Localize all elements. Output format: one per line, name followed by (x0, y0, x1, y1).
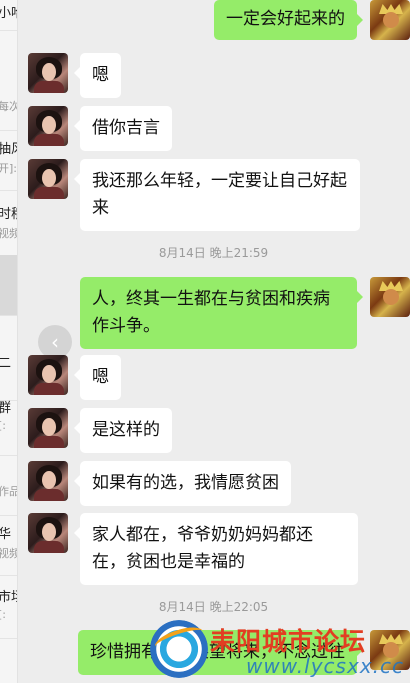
conversation-preview: [: (0, 608, 6, 621)
conversation-list-sidebar: 小哈 每次 抽风 开]: 时穆 视频 二 群 [: 作品 华 视频 市场 [: (0, 0, 18, 683)
back-button[interactable]: ‹ (38, 325, 72, 359)
message-bubble-received[interactable]: 我还那么年轻，一定要让自己好起来 (74, 159, 360, 231)
site-logo-icon (150, 620, 208, 678)
contact-avatar[interactable] (28, 159, 68, 199)
conversation-name: 时穆 (0, 203, 17, 222)
conversation-preview: 作品 (0, 483, 17, 499)
conversation-item[interactable]: 小哈 (0, 0, 17, 31)
conversation-item[interactable]: 二 (0, 340, 17, 401)
conversation-name: 抽风 (0, 138, 17, 157)
conversation-item[interactable]: 每次 (0, 70, 17, 131)
contact-avatar[interactable] (28, 106, 68, 146)
conversation-name: 二 (0, 352, 11, 371)
self-avatar[interactable] (370, 277, 410, 317)
message-bubble-sent[interactable]: 人，终其一生都在与贫困和疾病作斗争。 (80, 277, 363, 349)
message-timestamp: 8月14日 晚上22:05 (158, 600, 269, 614)
conversation-item[interactable]: 抽风 开]: (0, 130, 17, 191)
conversation-item-active[interactable] (0, 255, 17, 316)
conversation-preview: 每次 (0, 98, 17, 114)
message-bubble-received[interactable]: 家人都在，爷爷奶奶妈妈都还在，贫困也是幸福的 (74, 513, 358, 585)
chat-panel: 一定会好起来的 嗯 借你吉言 我还那么年轻，一定要让自己好起来 8月14日 晚上… (17, 0, 410, 683)
contact-avatar[interactable] (28, 355, 68, 395)
message-bubble-received[interactable]: 借你吉言 (74, 106, 172, 151)
conversation-name: 华 (0, 523, 11, 542)
contact-avatar[interactable] (28, 408, 68, 448)
contact-avatar[interactable] (28, 513, 68, 553)
watermark-url: www.lycsxx.cc (246, 654, 404, 678)
site-watermark: 耒阳城市论坛 www.lycsxx.cc (150, 618, 410, 683)
message-bubble-received[interactable]: 如果有的选，我情愿贫困 (74, 461, 291, 506)
watermark-title: 耒阳城市论坛 (210, 627, 367, 656)
contact-avatar[interactable] (28, 461, 68, 501)
conversation-name: 群 (0, 397, 11, 416)
conversation-preview: 视频 (0, 225, 17, 241)
conversation-item[interactable]: 时穆 视频 (0, 195, 17, 256)
conversation-item[interactable]: 华 视频 (0, 515, 17, 576)
message-bubble-received[interactable]: 嗯 (74, 53, 121, 98)
message-bubble-sent[interactable]: 一定会好起来的 (214, 0, 363, 40)
message-bubble-received[interactable]: 嗯 (74, 355, 121, 400)
conversation-preview: 视频 (0, 545, 17, 561)
conversation-item[interactable]: 群 [: (0, 395, 17, 456)
chevron-left-icon: ‹ (51, 330, 59, 354)
conversation-preview: [: (0, 419, 6, 432)
conversation-item[interactable]: 作品 (0, 455, 17, 516)
conversation-item[interactable]: 市场 [: (0, 578, 17, 639)
message-bubble-received[interactable]: 是这样的 (74, 408, 172, 453)
conversation-name: 小哈 (0, 2, 17, 21)
conversation-name: 市场 (0, 586, 17, 605)
message-timestamp: 8月14日 晚上21:59 (158, 246, 269, 260)
contact-avatar[interactable] (28, 53, 68, 93)
self-avatar[interactable] (370, 0, 410, 40)
conversation-preview: 开]: (0, 162, 17, 175)
